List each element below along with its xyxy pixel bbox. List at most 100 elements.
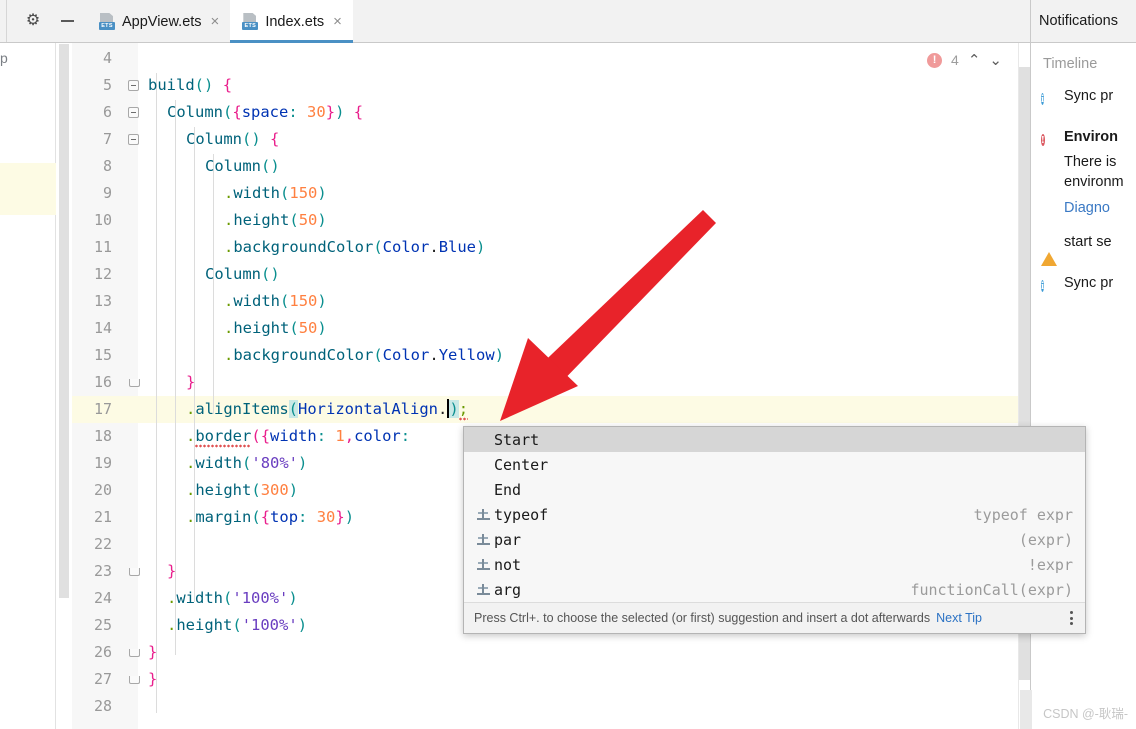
warning-icon <box>1041 235 1057 266</box>
line-number: 21 <box>93 508 112 526</box>
line-number: 18 <box>93 427 112 445</box>
watermark: CSDN @-耿瑞- <box>1043 707 1128 721</box>
tab-appview-ets[interactable]: ETS AppView.ets × <box>87 0 230 43</box>
autocomplete-item-label: not <box>494 555 522 574</box>
code-line[interactable]: 10 .height(50) <box>72 207 1030 234</box>
code-text: .backgroundColor(Color.Yellow) <box>224 346 505 364</box>
autocomplete-item-hint: functionCall(expr) <box>910 580 1073 599</box>
code-line[interactable]: 6 Column({space: 30}) { <box>72 99 1030 126</box>
live-template-icon <box>472 559 494 570</box>
info-icon: i <box>1041 93 1045 105</box>
notification-body: There is <box>1064 154 1117 170</box>
code-line[interactable]: 4 <box>72 45 1030 72</box>
line-number: 20 <box>93 481 112 499</box>
fold-toggle-icon[interactable] <box>122 566 144 577</box>
editor-tab-strip: ETS AppView.ets × ETS Index.ets × <box>87 0 353 43</box>
line-number: 23 <box>93 562 112 580</box>
autocomplete-item[interactable]: par (expr) <box>464 527 1085 552</box>
code-line[interactable]: 9 .width(150) <box>72 180 1030 207</box>
autocomplete-list[interactable]: Start Center End typeof typeof expr par (expr)… <box>464 427 1085 602</box>
gear-icon[interactable]: ⚙ <box>23 11 43 31</box>
line-number: 16 <box>93 373 112 391</box>
tab-index-ets[interactable]: ETS Index.ets × <box>230 0 353 43</box>
autocomplete-item-hint: (expr) <box>1018 530 1073 549</box>
tab-close-icon[interactable]: × <box>333 14 342 29</box>
autocomplete-item[interactable]: typeof typeof expr <box>464 502 1085 527</box>
code-line[interactable]: 7 Column() { <box>72 126 1030 153</box>
nav-previous-error-icon[interactable]: ⌃ <box>968 51 981 69</box>
toolbar-icon-group: ⚙ <box>6 0 87 42</box>
code-line[interactable]: 27} <box>72 666 1030 693</box>
fold-toggle-icon[interactable] <box>122 107 144 118</box>
code-line[interactable]: 15 .backgroundColor(Color.Yellow) <box>72 342 1030 369</box>
fold-toggle-icon[interactable] <box>122 377 144 388</box>
notification-body: environm <box>1064 174 1124 190</box>
tab-close-icon[interactable]: × <box>211 14 220 29</box>
code-line[interactable]: 12 Column() <box>72 261 1030 288</box>
autocomplete-item[interactable]: Center <box>464 452 1085 477</box>
code-line[interactable]: 16} <box>72 369 1030 396</box>
code-text: } <box>186 373 196 391</box>
code-text: .height(50) <box>224 211 327 229</box>
line-number: 15 <box>93 346 112 364</box>
autocomplete-item-label: arg <box>494 580 522 599</box>
left-highlight-band <box>0 163 56 215</box>
code-line[interactable]: 13 .width(150) <box>72 288 1030 315</box>
autocomplete-item[interactable]: not !expr <box>464 552 1085 577</box>
notification-item[interactable]: i Sync pr <box>1031 82 1136 123</box>
left-panel-edge: p <box>0 43 56 729</box>
ets-file-icon: ETS <box>99 13 115 30</box>
line-number: 14 <box>93 319 112 337</box>
autocomplete-item[interactable]: Start <box>464 427 1085 452</box>
code-text: Column() <box>205 157 280 175</box>
top-toolbar: ⚙ ETS AppView.ets × ETS Index.ets × <box>0 0 1136 43</box>
autocomplete-item-hint: !expr <box>1027 555 1073 574</box>
code-line[interactable]: 11 .backgroundColor(Color.Blue) <box>72 234 1030 261</box>
code-line[interactable]: 5 build() { <box>72 72 1030 99</box>
code-line[interactable]: 26} <box>72 639 1030 666</box>
notification-item[interactable]: i Sync pr <box>1031 269 1136 310</box>
info-icon: i <box>1041 280 1045 292</box>
fold-toggle-icon[interactable] <box>122 134 144 145</box>
ets-file-icon: ETS <box>242 13 259 30</box>
notification-item[interactable]: ! Environ There is environm Diagno <box>1031 123 1136 228</box>
notification-header: start se <box>1031 228 1136 266</box>
notification-item[interactable]: start se <box>1031 228 1136 269</box>
minimize-icon[interactable] <box>57 11 77 31</box>
ide-window: ⚙ ETS AppView.ets × ETS Index.ets × Noti… <box>0 0 1136 729</box>
line-number: 28 <box>93 697 112 715</box>
code-line[interactable]: 17 .alignItems(HorizontalAlign.); <box>72 396 1030 423</box>
fold-toggle-icon[interactable] <box>122 80 144 91</box>
autocomplete-item-label: Center <box>494 455 549 474</box>
line-number: 24 <box>93 589 112 607</box>
line-number: 22 <box>93 535 112 553</box>
autocomplete-item[interactable]: arg functionCall(expr) <box>464 577 1085 602</box>
notification-title: Environ <box>1064 129 1118 145</box>
editor-left-scrollbar[interactable] <box>58 43 70 599</box>
kebab-menu-icon[interactable] <box>1066 607 1077 629</box>
autocomplete-item-label: par <box>494 530 522 549</box>
code-line[interactable]: 8 Column() <box>72 153 1030 180</box>
left-fragment-text: p <box>0 50 8 66</box>
error-count: 4 <box>951 52 959 68</box>
live-template-icon <box>472 534 494 545</box>
line-number: 8 <box>102 157 112 175</box>
error-navigation-widget[interactable]: ! 4 ⌃ ⌄ <box>927 51 1002 69</box>
line-number: 7 <box>102 130 112 148</box>
autocomplete-hint-text: Press Ctrl+. to choose the selected (or … <box>474 611 931 625</box>
code-line[interactable]: 14 .height(50) <box>72 315 1030 342</box>
fold-toggle-icon[interactable] <box>122 674 144 685</box>
code-line[interactable]: 28 <box>72 693 1030 720</box>
nav-next-error-icon[interactable]: ⌄ <box>989 51 1002 69</box>
code-text: build() { <box>148 76 233 94</box>
next-tip-link[interactable]: Next Tip <box>936 611 982 625</box>
autocomplete-popup[interactable]: Start Center End typeof typeof expr par (expr)… <box>463 426 1086 634</box>
notification-link[interactable]: Diagno <box>1031 192 1136 216</box>
autocomplete-item-hint: typeof expr <box>973 505 1073 524</box>
autocomplete-item[interactable]: End <box>464 477 1085 502</box>
notification-header: i Sync pr <box>1031 82 1136 111</box>
line-number: 26 <box>93 643 112 661</box>
notification-spacer <box>1031 216 1136 228</box>
fold-toggle-icon[interactable] <box>122 647 144 658</box>
notifications-section-label: Timeline <box>1043 56 1098 72</box>
